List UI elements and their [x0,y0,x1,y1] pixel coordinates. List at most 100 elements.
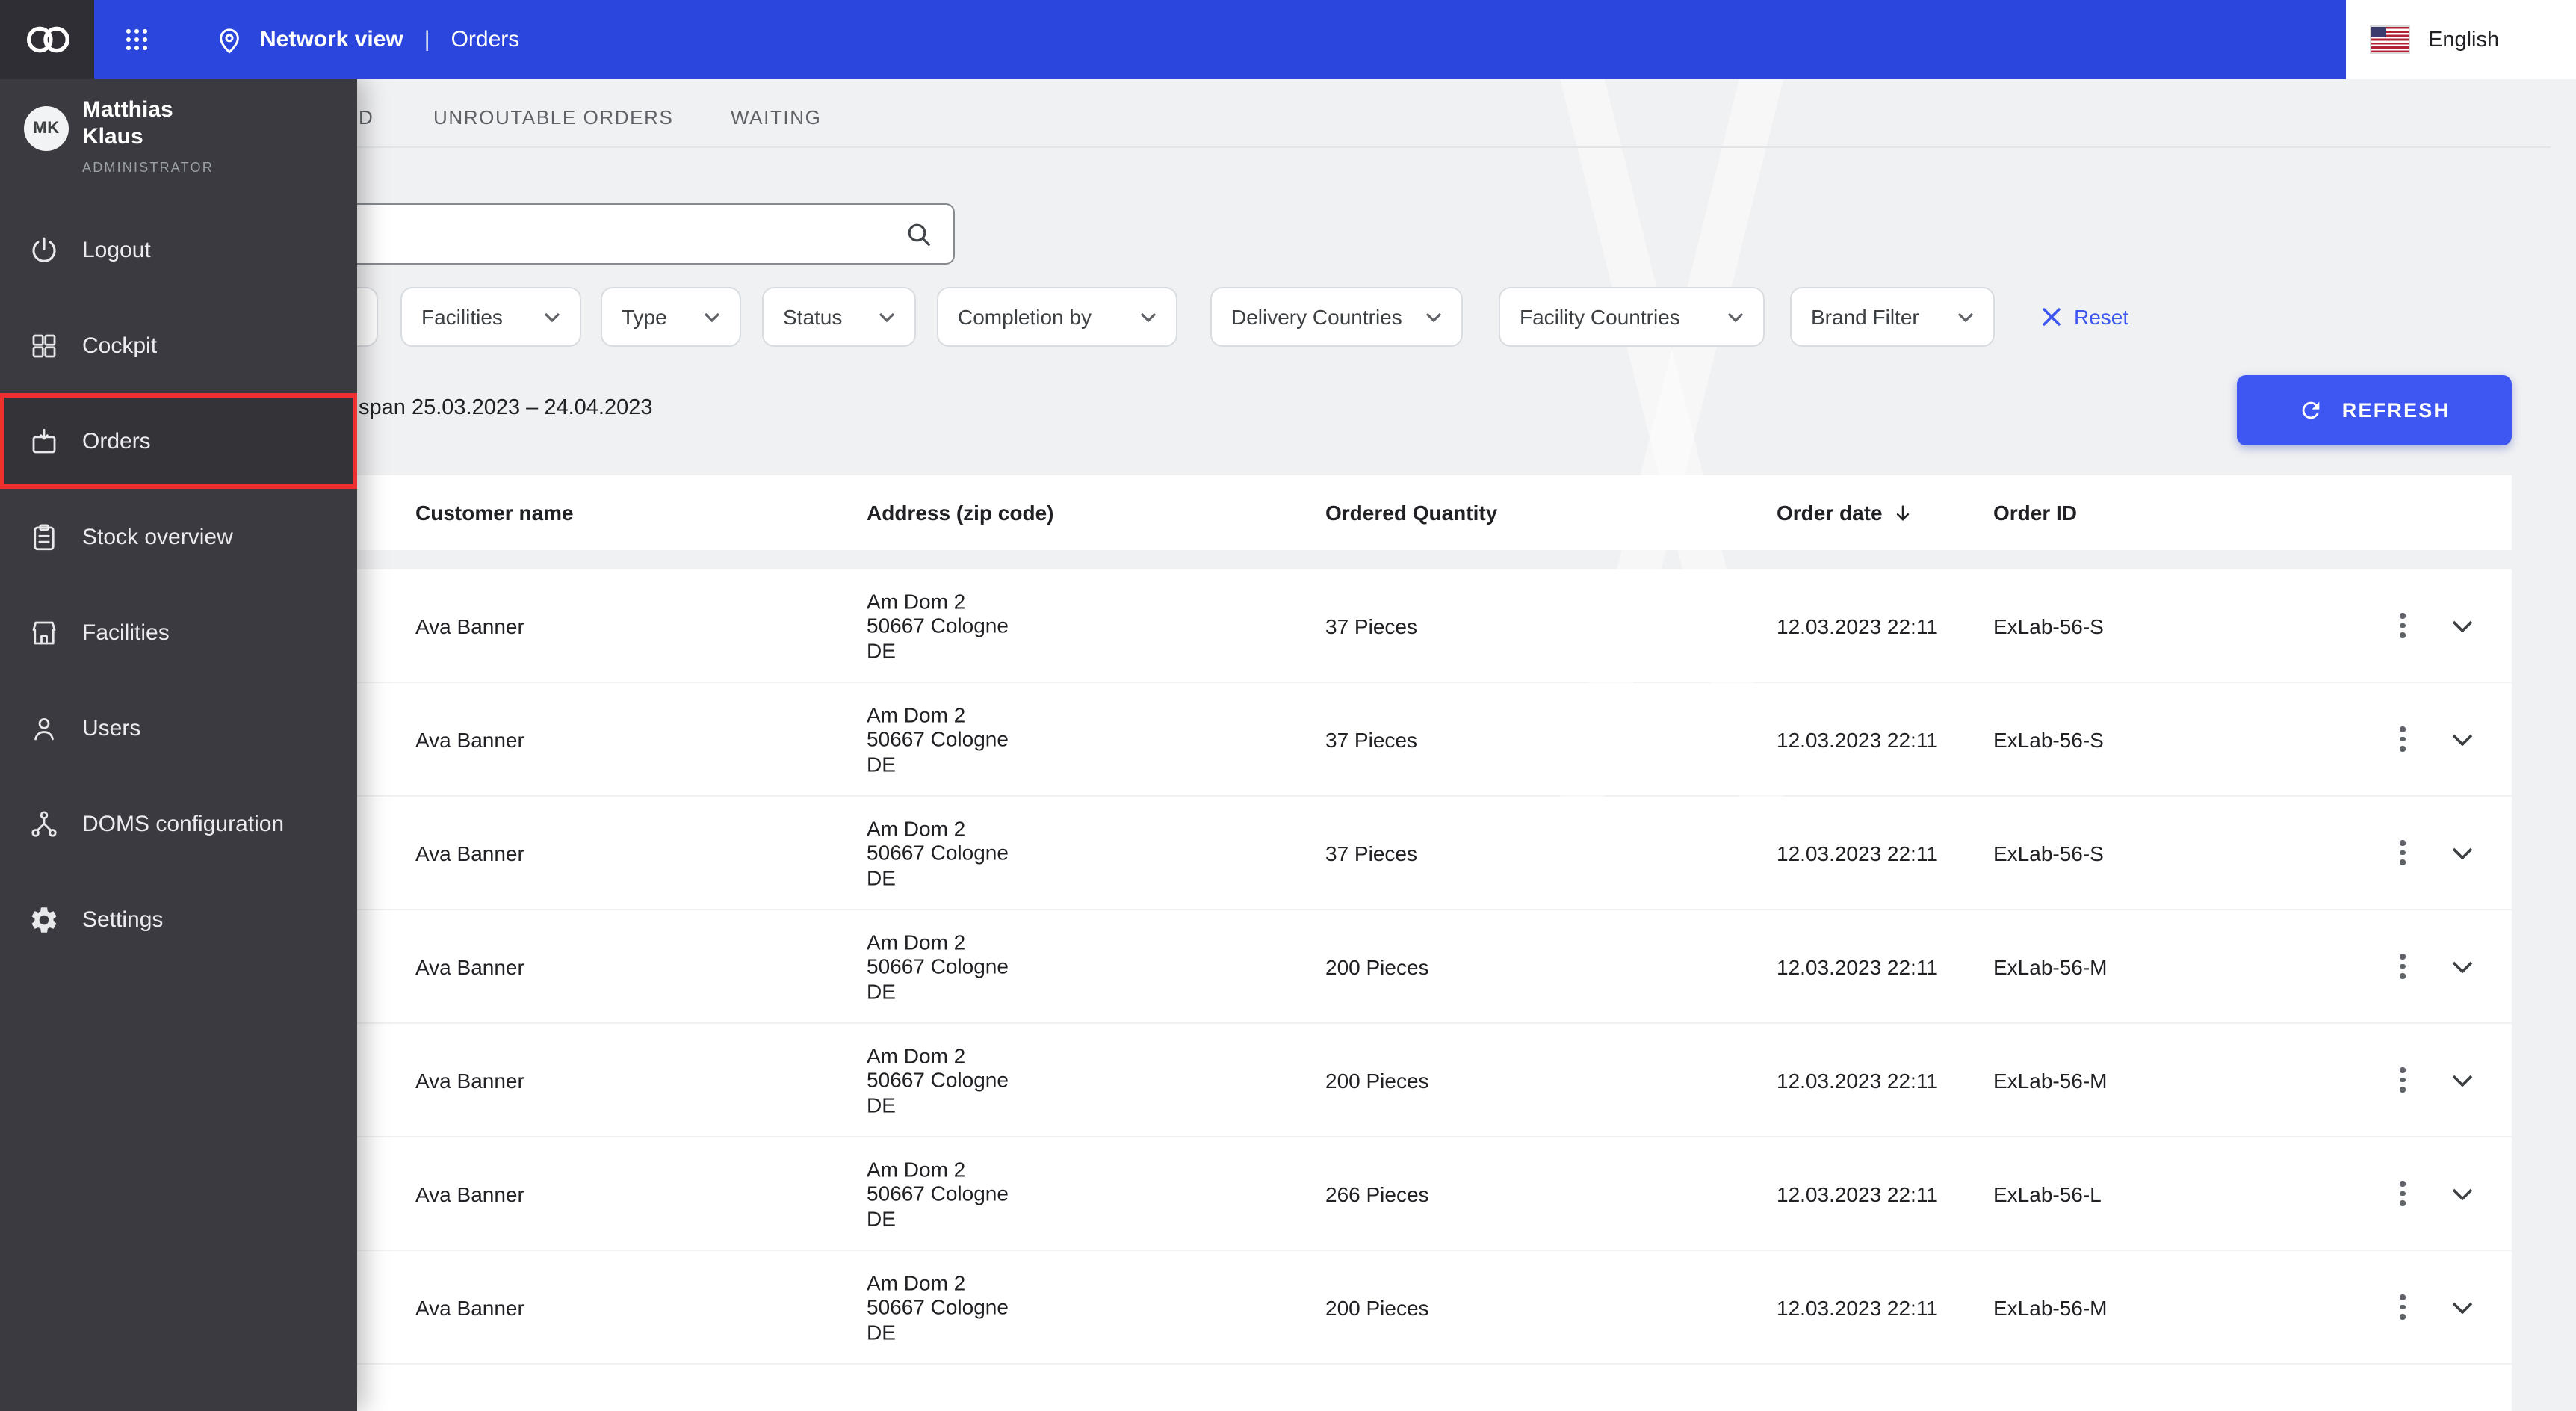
filter-label: Completion by [958,305,1092,329]
page-title: Orders [451,27,520,52]
filter-brand[interactable]: Brand Filter [1790,287,1995,347]
table-header: Customer name Address (zip code) Ordered… [299,475,2512,550]
sidebar-item-users[interactable]: Users [0,680,357,776]
customer-cell: Ava Banner [415,1068,524,1092]
row-menu-button[interactable] [2392,1289,2413,1325]
filter-label: Delivery Countries [1231,305,1402,329]
row-expand-chevron[interactable] [2452,1074,2473,1086]
customer-cell: Ava Banner [415,1182,524,1205]
reset-label: Reset [2074,305,2129,329]
sidebar-item-label: Logout [82,237,151,262]
chevron-down-icon [1727,312,1744,322]
table-row: Ava Banner Am Dom 2 50667 Cologne DE 37 Pi… [299,683,2512,795]
quantity-cell: 37 Pieces [1325,841,1417,865]
column-header-customer: Customer name [415,501,574,525]
doms-configuration-icon [28,808,60,839]
chevron-down-icon [704,312,720,322]
address-cell: Am Dom 2 50667 Cologne DE [867,929,1009,1003]
refresh-button[interactable]: REFRESH [2237,375,2512,445]
customer-cell: Ava Banner [415,954,524,978]
sidebar-item-label: Orders [82,428,151,454]
refresh-icon [2299,398,2324,423]
reset-filters-button[interactable]: Reset [2043,287,2128,347]
sidebar-item-label: Stock overview [82,524,233,549]
user-name: Matthias Klaus [82,97,173,149]
facilities-icon [28,617,60,648]
sidebar-item-label: Users [82,715,141,741]
order-id-cell: ExLab-56-M [1993,954,2108,978]
topbar: Network view | Orders English [0,0,2576,79]
sidebar-item-doms-configuration[interactable]: DOMS configuration [0,776,357,871]
filter-type[interactable]: Type [601,287,741,347]
main-content: D UNROUTABLE ORDERS WAITING Facilities T… [0,79,2576,1411]
language-label: English [2428,28,2500,52]
address-cell: Am Dom 2 50667 Cologne DE [867,1270,1009,1344]
row-expand-chevron[interactable] [2452,620,2473,632]
sidebar-item-facilities[interactable]: Facilities [0,584,357,680]
row-expand-chevron[interactable] [2452,847,2473,859]
filter-label: Facility Countries [1520,305,1680,329]
row-expand-chevron[interactable] [2452,1301,2473,1313]
tabs-row: D UNROUTABLE ORDERS WAITING [0,79,2551,148]
sidebar-item-label: Settings [82,907,164,932]
row-menu-button[interactable] [2392,1062,2413,1098]
orders-icon [28,425,60,457]
row-menu-button[interactable] [2392,1176,2413,1211]
sidebar-item-logout[interactable]: Logout [0,202,357,297]
language-selector[interactable]: English [2346,0,2576,79]
table-row: Ava Banner Am Dom 2 50667 Cologne DE 200 P… [299,910,2512,1022]
apps-grid-button[interactable] [103,0,169,79]
timespan-text: span 25.03.2023 – 24.04.2023 [359,396,653,420]
customer-cell: Ava Banner [415,841,524,865]
customer-cell: Ava Banner [415,1295,524,1319]
quantity-cell: 200 Pieces [1325,1295,1429,1319]
section-title: Network view [260,27,403,52]
avatar: MK [24,106,69,151]
app-logo [0,0,94,79]
filter-facilities[interactable]: Facilities [400,287,581,347]
filter-delivery-countries[interactable]: Delivery Countries [1210,287,1463,347]
order-id-cell: ExLab-56-S [1993,727,2104,751]
order-date-cell: 12.03.2023 22:11 [1777,954,1938,978]
row-menu-button[interactable] [2392,835,2413,871]
row-expand-chevron[interactable] [2452,960,2473,972]
filter-label: Facilities [421,305,503,329]
tab-unroutable-orders[interactable]: UNROUTABLE ORDERS [433,79,673,146]
sort-descending-icon [1892,501,1914,524]
row-expand-chevron[interactable] [2452,733,2473,745]
tab-hidden-fragment[interactable]: D [359,79,374,146]
chevron-down-icon [1425,312,1442,322]
filter-facility-countries[interactable]: Facility Countries [1499,287,1765,347]
address-cell: Am Dom 2 50667 Cologne DE [867,815,1009,889]
order-date-cell: 12.03.2023 22:11 [1777,1068,1938,1092]
tab-waiting[interactable]: WAITING [731,79,821,146]
filter-status[interactable]: Status [762,287,916,347]
breadcrumb-divider: | [424,27,430,52]
sidebar-item-cockpit[interactable]: Cockpit [0,297,357,393]
column-header-order-id: Order ID [1993,501,2078,525]
customer-cell: Ava Banner [415,614,524,637]
app-window: D UNROUTABLE ORDERS WAITING Facilities T… [0,0,2576,1411]
row-expand-chevron[interactable] [2452,1188,2473,1199]
quantity-cell: 37 Pieces [1325,614,1417,637]
table-row: Ava Banner Am Dom 2 50667 Cologne DE 200 P… [299,1251,2512,1363]
filter-completion-by[interactable]: Completion by [937,287,1177,347]
sidebar-item-settings[interactable]: Settings [0,871,357,967]
address-cell: Am Dom 2 50667 Cologne DE [867,702,1009,776]
column-header-order-date[interactable]: Order date [1777,475,1914,550]
sidebar-item-orders[interactable]: Orders [0,393,357,489]
sidebar-nav: Logout Cockpit Orders Stock overview Fac… [0,202,357,967]
sidebar-item-label: Cockpit [82,333,158,358]
user-role: ADMINISTRATOR [82,160,214,175]
sidebar-item-label: Facilities [82,620,170,645]
address-cell: Am Dom 2 50667 Cologne DE [867,1156,1009,1230]
sidebar: MK Matthias Klaus ADMINISTRATOR Logout C… [0,79,357,1411]
sidebar-item-stock-overview[interactable]: Stock overview [0,489,357,584]
row-menu-button[interactable] [2392,948,2413,984]
order-id-cell: ExLab-56-S [1993,841,2104,865]
row-menu-button[interactable] [2392,721,2413,757]
order-id-cell: ExLab-56-M [1993,1068,2108,1092]
row-menu-button[interactable] [2392,608,2413,643]
chevron-down-icon [1140,312,1157,322]
table-row: Ava Banner Am Dom 2 50667 Cologne DE 37 Pi… [299,569,2512,682]
